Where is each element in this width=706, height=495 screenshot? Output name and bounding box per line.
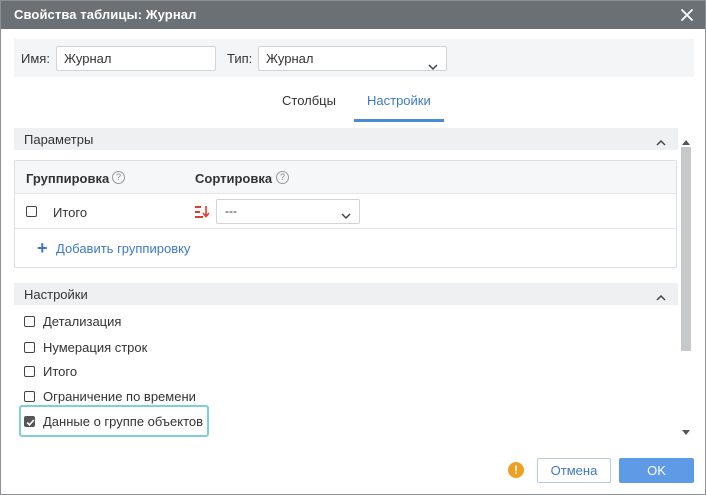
ok-button[interactable]: OK (619, 458, 694, 483)
tab-columns[interactable]: Столбцы (282, 93, 336, 108)
vertical-scrollbar[interactable] (679, 128, 693, 438)
close-icon[interactable] (677, 5, 697, 25)
option-label: Детализация (43, 314, 122, 329)
cancel-button[interactable]: Отмена (537, 458, 611, 483)
type-label: Тип: (227, 51, 253, 66)
option-label: Данные о группе объектов (43, 414, 204, 429)
option-label: Ограничение по времени (43, 389, 196, 404)
tab-settings[interactable]: Настройки (367, 93, 431, 108)
option-label: Нумерация строк (43, 340, 148, 355)
grouping-panel: Группировка ? Сортировка ? Итого --- + Д… (14, 160, 677, 268)
help-icon[interactable]: ? (276, 171, 289, 184)
name-label: Имя: (21, 51, 50, 66)
sort-value: --- (225, 204, 237, 218)
dialog-titlebar: Свойства таблицы: Журнал (1, 1, 705, 29)
grouping-row: Итого --- (15, 195, 676, 229)
type-value: Журнал (266, 51, 314, 66)
warning-icon[interactable]: ! (508, 462, 524, 478)
parameters-title: Параметры (24, 132, 94, 147)
type-select[interactable]: Журнал (258, 46, 447, 71)
sort-descending-icon[interactable] (194, 205, 210, 222)
settings-title: Настройки (24, 287, 88, 302)
name-input[interactable]: Журнал (56, 46, 216, 71)
option-label: Итого (43, 364, 78, 379)
option-checkbox[interactable] (24, 391, 35, 402)
parameters-section-header[interactable]: Параметры (14, 128, 678, 150)
scroll-down-icon[interactable] (682, 423, 690, 438)
name-value: Журнал (64, 51, 112, 66)
option-checkbox[interactable] (24, 342, 35, 353)
scrollbar-thumb[interactable] (681, 147, 691, 351)
grouping-header-row: Группировка ? Сортировка ? (15, 161, 676, 194)
option-checkbox[interactable] (24, 366, 35, 377)
properties-row: Имя: Журнал Тип: Журнал (14, 39, 694, 77)
plus-icon: + (37, 238, 48, 258)
option-checkbox-checked[interactable] (24, 416, 35, 427)
chevron-up-icon[interactable] (656, 134, 666, 149)
chevron-up-icon[interactable] (656, 289, 666, 304)
settings-scroll-area: Параметры Группировка ? Сортировка ? Ито… (14, 128, 678, 438)
active-tab-indicator (354, 119, 444, 122)
settings-section-header[interactable]: Настройки (14, 283, 678, 305)
grouping-header: Группировка (26, 171, 110, 186)
grouping-row-label: Итого (53, 205, 88, 220)
sort-select[interactable]: --- (216, 199, 360, 224)
scroll-up-icon[interactable] (682, 133, 690, 148)
table-properties-dialog: Свойства таблицы: Журнал Имя: Журнал Тип… (0, 0, 706, 495)
help-icon[interactable]: ? (112, 171, 125, 184)
dialog-title: Свойства таблицы: Журнал (14, 7, 197, 22)
grouping-row-checkbox[interactable] (26, 206, 37, 217)
option-checkbox[interactable] (24, 316, 35, 327)
chevron-down-icon (428, 55, 438, 78)
sorting-header: Сортировка (195, 171, 273, 186)
chevron-down-icon (341, 208, 351, 223)
tab-bar: Столбцы Настройки (1, 83, 706, 123)
add-grouping-label: Добавить группировку (56, 241, 191, 256)
